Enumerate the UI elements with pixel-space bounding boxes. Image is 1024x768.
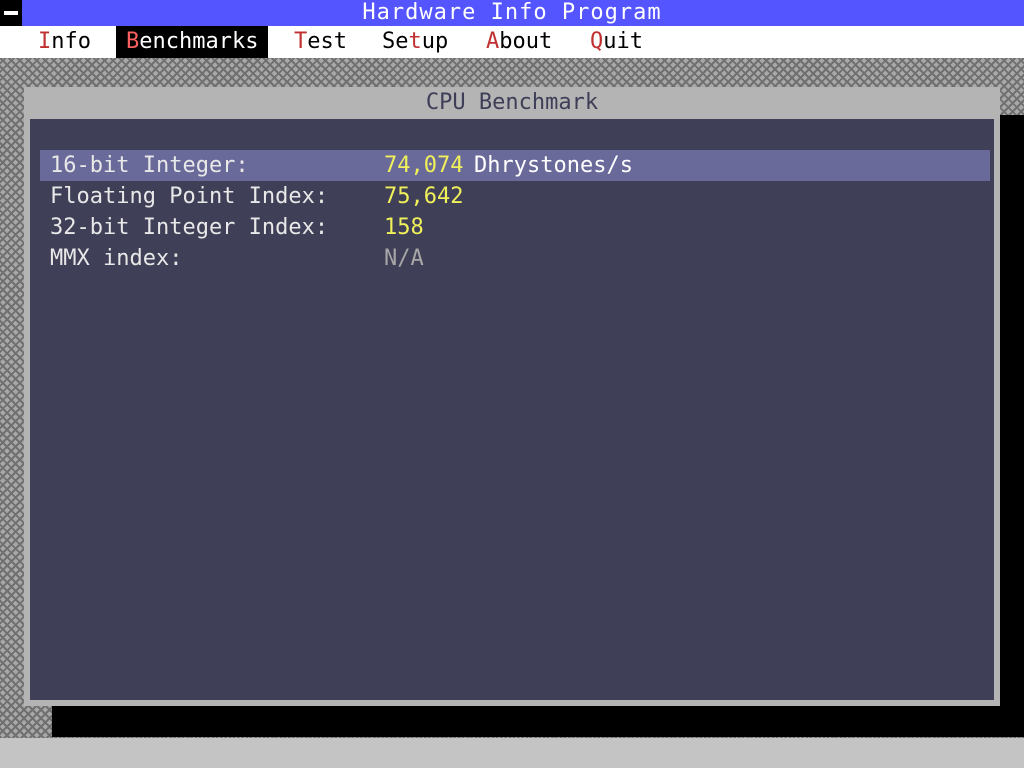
result-row-mmx[interactable]: MMX index: N/A xyxy=(40,243,990,274)
system-menu-icon xyxy=(4,11,18,15)
system-menu-button[interactable] xyxy=(0,0,22,26)
result-label: Floating Point Index: xyxy=(50,184,329,209)
benchmark-results-panel: 16-bit Integer: 74,074 Dhrystones/s Floa… xyxy=(30,119,994,700)
menu-hotkey: Q xyxy=(590,29,604,54)
menu-item-setup[interactable]: Setup xyxy=(372,26,458,58)
menu-item-test[interactable]: Test xyxy=(284,26,357,58)
result-row-16bit-integer[interactable]: 16-bit Integer: 74,074 Dhrystones/s xyxy=(40,150,990,181)
menu-label: bout xyxy=(499,29,553,54)
menu-bar: Info Benchmarks Test Setup About Quit xyxy=(0,26,1024,58)
result-value: 75,642 xyxy=(384,184,464,209)
menu-item-quit[interactable]: Quit xyxy=(580,26,653,58)
result-unit: Dhrystones/s xyxy=(474,153,633,178)
menu-label: nfo xyxy=(51,29,91,54)
menu-item-info[interactable]: Info xyxy=(28,26,101,58)
result-label: 16-bit Integer: xyxy=(50,153,249,178)
app-title-bar: Hardware Info Program xyxy=(0,0,1024,26)
menu-item-about[interactable]: About xyxy=(476,26,562,58)
result-row-floating-point[interactable]: Floating Point Index: 75,642 xyxy=(40,181,990,212)
menu-label: est xyxy=(307,29,347,54)
menu-label: uit xyxy=(603,29,643,54)
menu-hotkey: t xyxy=(408,29,422,54)
menu-hotkey: A xyxy=(486,29,500,54)
menu-hotkey: I xyxy=(38,29,52,54)
cpu-benchmark-window: CPU Benchmark 16-bit Integer: 74,074 Dhr… xyxy=(24,87,1000,706)
menu-label: enchmarks xyxy=(139,29,259,54)
result-value: N/A xyxy=(384,246,424,271)
menu-label: Se xyxy=(382,29,409,54)
menu-hotkey: T xyxy=(294,29,308,54)
menu-item-benchmarks[interactable]: Benchmarks xyxy=(116,26,269,58)
status-bar xyxy=(0,738,1024,768)
app-title: Hardware Info Program xyxy=(362,0,662,25)
result-value: 158 xyxy=(384,215,424,240)
window-title: CPU Benchmark xyxy=(425,90,599,115)
result-row-32bit-integer[interactable]: 32-bit Integer Index: 158 xyxy=(40,212,990,243)
menu-label: up xyxy=(421,29,449,54)
result-label: MMX index: xyxy=(50,246,183,271)
menu-hotkey: B xyxy=(126,29,140,54)
result-label: 32-bit Integer Index: xyxy=(50,215,329,240)
result-value: 74,074 xyxy=(384,153,464,178)
